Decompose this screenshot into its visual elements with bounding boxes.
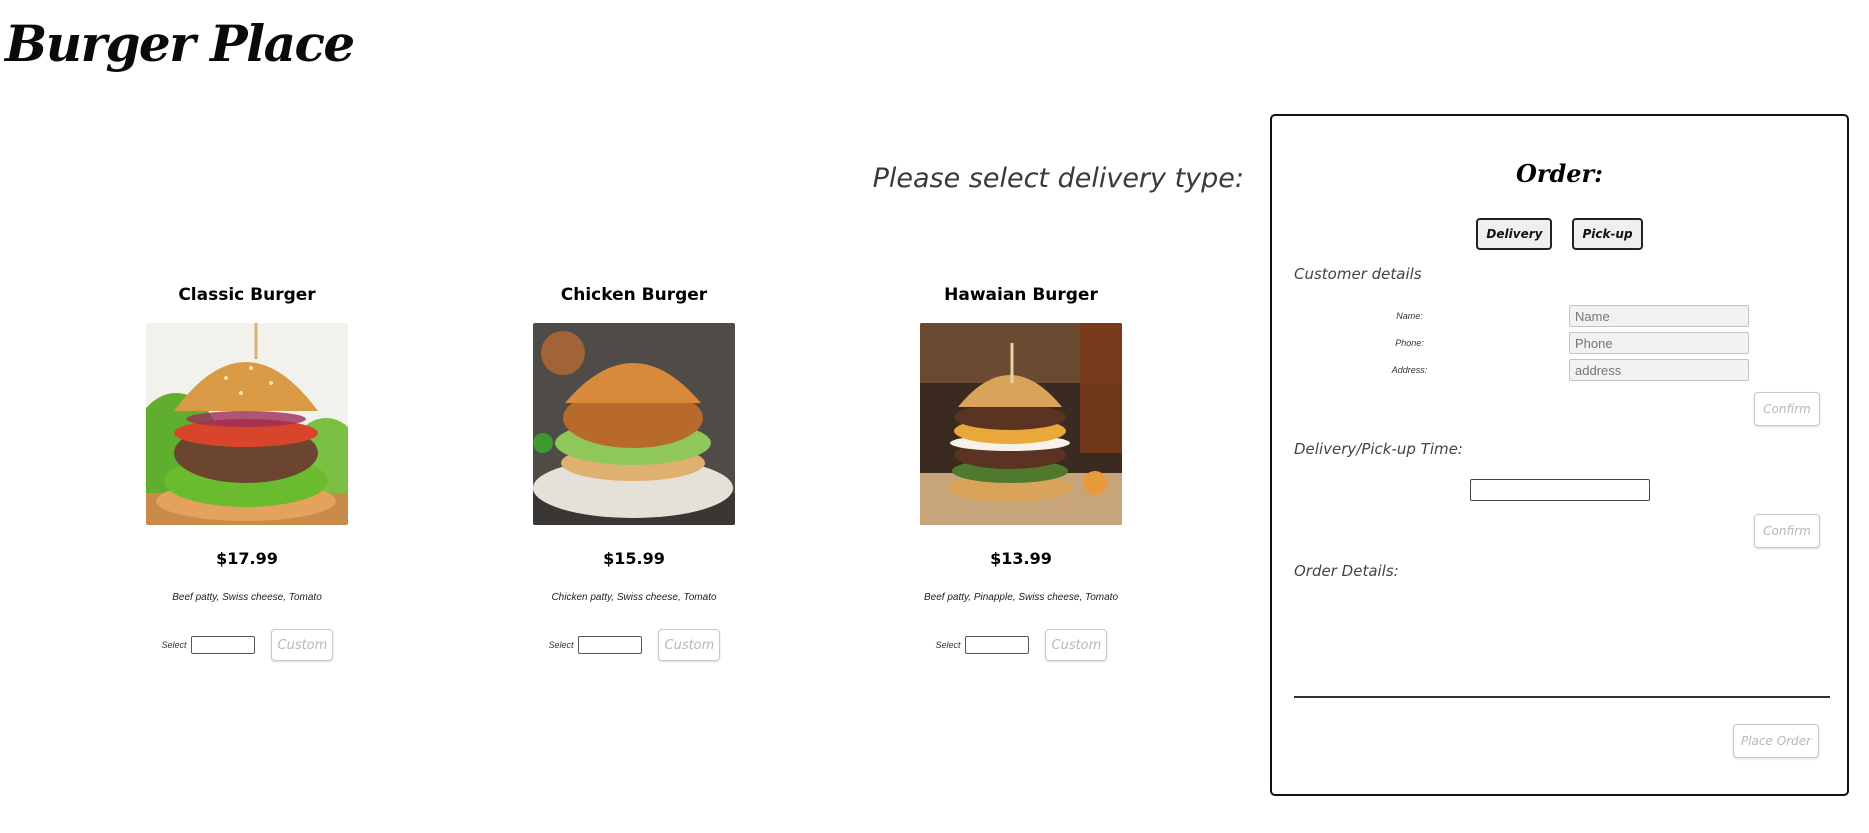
menu-item-name: Hawaian Burger: [944, 285, 1098, 305]
name-input[interactable]: [1569, 305, 1749, 327]
menu-item-name: Chicken Burger: [560, 285, 708, 305]
hawaian-burger-photo: [920, 323, 1122, 525]
quantity-select-input[interactable]: [964, 636, 1029, 654]
menu-item-actions: Select Custom: [484, 629, 784, 661]
phone-input[interactable]: [1569, 332, 1749, 354]
menu-item-actions: Select Custom: [871, 629, 1171, 661]
confirm-customer-button[interactable]: Confirm: [1754, 392, 1820, 426]
customer-details-label: Customer details: [1294, 265, 1422, 283]
order-panel: Order: Delivery Pick-up Customer details…: [1270, 114, 1849, 796]
quantity-select-input[interactable]: [577, 636, 642, 654]
order-divider: [1294, 696, 1830, 698]
select-label: Select: [548, 640, 574, 650]
menu-item-price: $15.99: [603, 549, 665, 568]
order-details-label: Order Details:: [1294, 562, 1399, 580]
menu-item-name: Classic Burger: [178, 285, 316, 305]
time-label: Delivery/Pick-up Time:: [1294, 440, 1463, 458]
delivery-time-input[interactable]: [1470, 479, 1650, 501]
menu-item-price: $13.99: [990, 549, 1052, 568]
delivery-button[interactable]: Delivery: [1476, 218, 1553, 250]
phone-label: Phone:: [1395, 338, 1424, 348]
menu-item-price: $17.99: [216, 549, 278, 568]
menu-item-description: Chicken patty, Swiss cheese, Tomato: [551, 592, 717, 603]
select-label: Select: [161, 640, 187, 650]
place-order-button[interactable]: Place Order: [1733, 724, 1819, 758]
menu-card-classic: Classic Burger $17.99 Beef patty, Swiss …: [97, 285, 397, 661]
name-field-row: Name:: [1272, 305, 1847, 327]
custom-button[interactable]: Custom: [1044, 629, 1107, 661]
phone-field-row: Phone:: [1272, 332, 1847, 354]
confirm-time-button[interactable]: Confirm: [1754, 514, 1820, 548]
chicken-burger-photo: [533, 323, 735, 525]
select-label: Select: [935, 640, 961, 650]
classic-burger-photo: [146, 323, 348, 525]
quantity-select-input[interactable]: [190, 636, 255, 654]
menu-card-hawaian: Hawaian Burger $13.99 Beef patty, Pinapp…: [871, 285, 1171, 661]
menu-item-description: Beef patty, Pinapple, Swiss cheese, Toma…: [924, 592, 1118, 603]
custom-button[interactable]: Custom: [270, 629, 333, 661]
custom-button[interactable]: Custom: [657, 629, 720, 661]
address-label: Address:: [1391, 365, 1428, 375]
site-brand: Burger Place: [5, 14, 355, 73]
address-field-row: Address:: [1272, 359, 1847, 381]
pickup-button[interactable]: Pick-up: [1572, 218, 1643, 250]
menu-card-chicken: Chicken Burger $15.99 Chicken patty, Swi…: [484, 285, 784, 661]
delivery-type-buttons: Delivery Pick-up: [1272, 218, 1847, 250]
name-label: Name:: [1396, 311, 1423, 321]
menu-item-description: Beef patty, Swiss cheese, Tomato: [172, 592, 322, 603]
delivery-type-prompt: Please select delivery type:: [872, 163, 1244, 194]
menu-item-actions: Select Custom: [97, 629, 397, 661]
order-title: Order:: [1515, 159, 1604, 188]
address-input[interactable]: [1569, 359, 1749, 381]
